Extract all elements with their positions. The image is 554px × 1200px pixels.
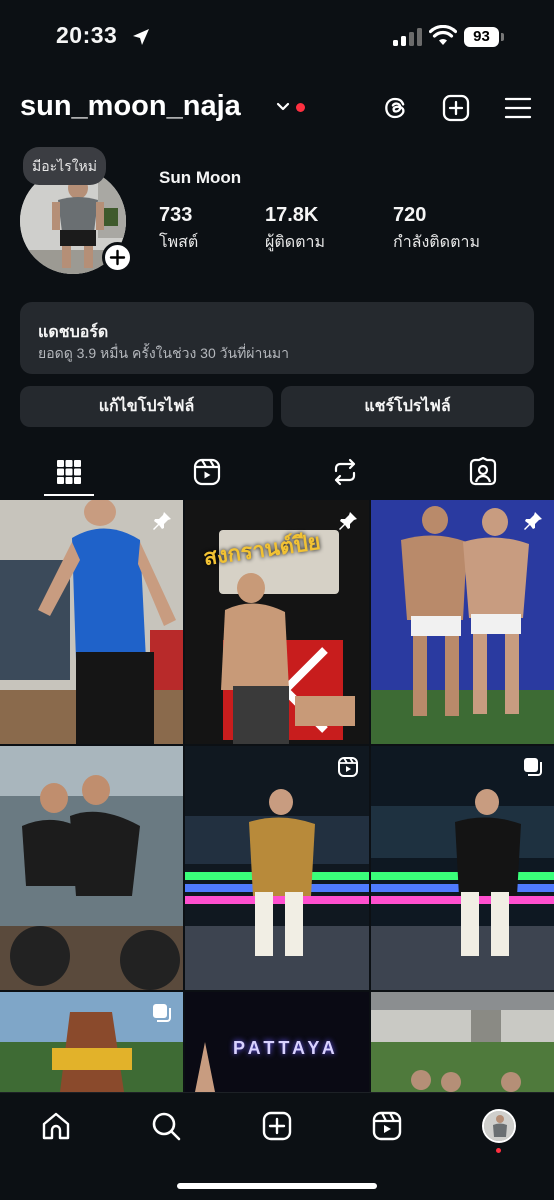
profile-notification-dot: [496, 1148, 501, 1153]
grid-icon: [57, 460, 81, 484]
post-photo: [371, 992, 554, 1092]
carousel-icon: [524, 758, 542, 776]
pin-icon: [524, 512, 542, 530]
posts-label[interactable]: โพสต์: [159, 230, 198, 255]
tagged-icon: [469, 457, 497, 486]
create-post-icon[interactable]: [442, 94, 470, 122]
battery-tip: [501, 33, 504, 41]
menu-icon[interactable]: [504, 94, 532, 122]
post-photo: [0, 500, 183, 744]
battery-indicator: 93: [464, 27, 504, 47]
account-notification-dot: [296, 103, 305, 112]
reels-icon: [193, 458, 221, 486]
profile-username[interactable]: sun_moon_naja: [20, 90, 241, 123]
post-tile-temple[interactable]: [0, 992, 183, 1092]
post-tile-party[interactable]: สงกรานต์ปีย: [185, 500, 369, 744]
wifi-icon: [429, 25, 457, 45]
add-story-button[interactable]: [102, 242, 133, 273]
post-tile-gym[interactable]: [0, 500, 183, 744]
dashboard-title: แดชบอร์ด: [38, 324, 109, 341]
reposts-icon: [334, 458, 356, 486]
followers-count[interactable]: 17.8K: [265, 204, 318, 227]
reel-icon: [338, 757, 358, 777]
status-time: 20:33: [56, 22, 118, 48]
post-photo: [0, 746, 183, 990]
share-profile-button[interactable]: แชร์โปรไฟล์: [281, 386, 534, 427]
pin-icon: [339, 512, 357, 530]
post-tile-crowd[interactable]: [371, 992, 554, 1092]
post-tile-pattaya[interactable]: PATTAYA: [185, 992, 369, 1092]
post-overlay-text: PATTAYA: [233, 1038, 339, 1058]
avatar-photo: [484, 1111, 514, 1141]
home-icon[interactable]: [40, 1110, 72, 1142]
post-tile-river-boat[interactable]: [185, 746, 369, 990]
professional-dashboard[interactable]: แดชบอร์ด ยอดดู 3.9 หมื่น ครั้งในช่วง 30 …: [20, 302, 534, 374]
home-indicator: [177, 1183, 377, 1189]
following-label[interactable]: กำลังติดตาม: [393, 230, 480, 255]
tab-reposts[interactable]: [315, 448, 375, 498]
edit-profile-button[interactable]: แก้ไขโปรไฟล์: [20, 386, 273, 427]
tab-reels[interactable]: [177, 448, 237, 498]
cellular-signal-icon: [393, 28, 422, 46]
search-icon[interactable]: [150, 1110, 182, 1142]
chevron-down-icon[interactable]: [276, 101, 290, 113]
post-photo: [371, 746, 554, 990]
following-count[interactable]: 720: [393, 204, 426, 227]
followers-label[interactable]: ผู้ติดตาม: [265, 230, 325, 255]
display-name: Sun Moon: [159, 168, 242, 187]
create-icon[interactable]: [261, 1110, 293, 1142]
post-photo: [185, 746, 369, 990]
dashboard-subtitle: ยอดดู 3.9 หมื่น ครั้งในช่วง 30 วันที่ผ่า…: [38, 345, 290, 361]
reels-nav-icon[interactable]: [371, 1110, 403, 1142]
post-tile-atv[interactable]: [0, 746, 183, 990]
carousel-icon: [153, 1004, 171, 1022]
battery-level: 93: [464, 27, 499, 47]
threads-icon[interactable]: [381, 94, 409, 122]
post-photo: [371, 500, 554, 744]
active-tab-indicator: [44, 494, 94, 496]
status-bar: 20:33 93: [0, 0, 554, 76]
tab-tagged[interactable]: [453, 448, 513, 498]
pin-icon: [153, 512, 171, 530]
post-tile-stage[interactable]: [371, 500, 554, 744]
post-tile-river-boat-2[interactable]: [371, 746, 554, 990]
profile-nav-avatar[interactable]: [482, 1109, 516, 1143]
posts-count[interactable]: 733: [159, 204, 192, 227]
note-bubble[interactable]: มีอะไรใหม่: [23, 147, 107, 185]
location-arrow-icon: [133, 29, 149, 45]
plus-icon: [109, 249, 126, 266]
tab-posts-grid[interactable]: [39, 448, 99, 498]
